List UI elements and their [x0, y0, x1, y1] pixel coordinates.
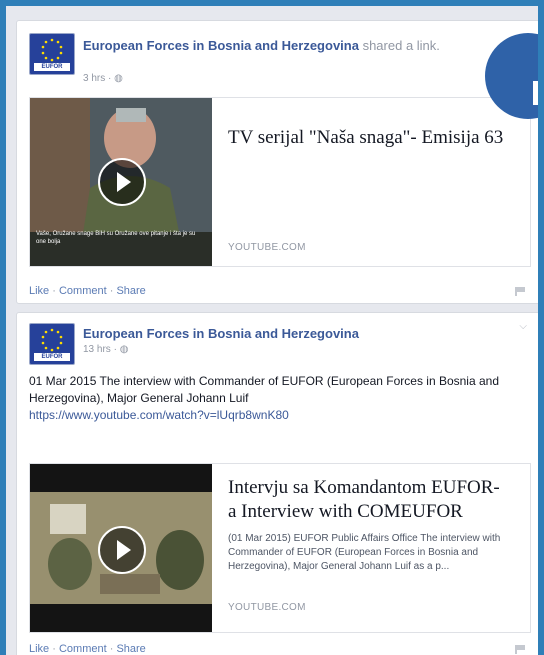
link-domain: YOUTUBE.COM — [228, 242, 306, 253]
shared-link-text: shared a link. — [362, 38, 440, 53]
post-timestamp[interactable]: 13 hrs · ◍ — [83, 344, 128, 355]
link-title-line1[interactable]: Intervju sa Komandantom EUFOR- — [228, 476, 500, 499]
video-thumbnail[interactable] — [30, 464, 212, 632]
page-name-link[interactable]: European Forces in Bosnia and Herzegovin… — [83, 326, 359, 341]
feed-post: ⌵ EUFOR European Forces in Bosnia and He… — [16, 312, 538, 655]
timestamp-text: 3 hrs · — [83, 73, 115, 84]
post-body: 01 Mar 2015 The interview with Commander… — [29, 373, 529, 424]
chevron-down-icon[interactable]: ⌵ — [519, 321, 527, 332]
post-header: European Forces in Bosnia and Herzegovin… — [83, 325, 503, 342]
page-avatar[interactable]: EUFOR — [29, 323, 75, 365]
play-icon[interactable] — [98, 526, 146, 574]
flag-icon[interactable] — [515, 287, 527, 296]
feed-frame: EUFOR European Forces in Bosnia and Herz… — [6, 6, 538, 655]
video-thumbnail[interactable]: Vaše, Oružane snage BiH su Oružane ove p… — [30, 98, 212, 266]
like-link[interactable]: Like — [29, 643, 49, 655]
page-avatar[interactable]: EUFOR — [29, 33, 75, 75]
thumbnail-caption: Vaše, Oružane snage BiH su Oružane ove p… — [36, 231, 196, 245]
feed-post: EUFOR European Forces in Bosnia and Herz… — [16, 20, 538, 304]
link-description: (01 Mar 2015) EUFOR Public Affairs Offic… — [228, 533, 501, 572]
link-domain: YOUTUBE.COM — [228, 602, 306, 613]
eu-flag-icon — [41, 38, 63, 62]
page-name-link[interactable]: European Forces in Bosnia and Herzegovin… — [83, 38, 359, 53]
comment-link[interactable]: Comment — [59, 643, 107, 655]
post-body-link[interactable]: https://www.youtube.com/watch?v=lUqrb8wn… — [29, 408, 289, 422]
avatar-tag: EUFOR — [34, 63, 70, 71]
eu-flag-icon — [41, 328, 63, 352]
post-timestamp[interactable]: 3 hrs · ◍ — [83, 73, 123, 84]
globe-icon: ◍ — [114, 73, 123, 84]
like-link[interactable]: Like — [29, 285, 49, 297]
share-link[interactable]: Share — [116, 285, 145, 297]
play-icon[interactable] — [98, 158, 146, 206]
shared-link-card[interactable]: Intervju sa Komandantom EUFOR- a Intervi… — [29, 463, 531, 633]
post-body-text: 01 Mar 2015 The interview with Commander… — [29, 374, 499, 405]
flag-icon[interactable] — [515, 645, 527, 654]
link-title-line2[interactable]: a Interview with COMEUFOR — [228, 500, 463, 523]
badge-bar — [533, 81, 538, 105]
link-title[interactable]: TV serijal "Naša snaga"- Emisija 63 — [228, 126, 503, 149]
globe-icon: ◍ — [119, 344, 129, 355]
comment-link[interactable]: Comment — [59, 285, 107, 297]
post-actions: Like · Comment · Share — [29, 285, 146, 297]
timestamp-text: 13 hrs · — [83, 344, 120, 355]
avatar-tag: EUFOR — [34, 353, 70, 361]
post-actions: Like · Comment · Share — [29, 643, 146, 655]
share-link[interactable]: Share — [116, 643, 145, 655]
shared-link-card[interactable]: Vaše, Oružane snage BiH su Oružane ove p… — [29, 97, 531, 267]
post-header: European Forces in Bosnia and Herzegovin… — [83, 37, 473, 54]
